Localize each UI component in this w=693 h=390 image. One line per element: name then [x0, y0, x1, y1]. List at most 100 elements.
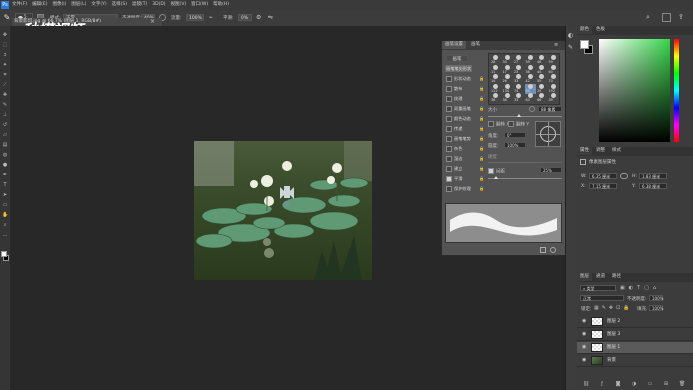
foreground-color-swatch[interactable]: [580, 40, 589, 49]
tab-brushes[interactable]: 画笔: [468, 41, 483, 49]
brush-tip-cell[interactable]: 36: [490, 93, 501, 103]
brush-tip-cell[interactable]: 95: [524, 83, 536, 94]
delete-layer-icon[interactable]: 🗑: [679, 381, 685, 387]
angle-roundness-dial[interactable]: [535, 121, 561, 147]
brush-tip-cell[interactable]: 59: [548, 55, 559, 65]
lock-icon[interactable]: 🔒: [479, 105, 484, 112]
y-input[interactable]: 6.38 厘米: [639, 183, 667, 189]
brush-option-item[interactable]: 建立 🔒: [446, 165, 484, 172]
smooth-settings-gear-icon[interactable]: ⚙: [256, 14, 263, 21]
brush-tip-cell[interactable]: 63: [525, 93, 536, 103]
path-select-tool-icon[interactable]: ➤: [2, 192, 8, 198]
brush-tool-icon[interactable]: ✎: [2, 13, 12, 23]
brush-tip-cell[interactable]: 46: [536, 55, 547, 65]
menu-item[interactable]: 选择(S): [112, 1, 127, 9]
brush-tip-cell[interactable]: 39: [548, 93, 559, 103]
layer-filter-select[interactable]: ⌕ 类型: [580, 285, 616, 291]
new-layer-icon[interactable]: ⊞: [663, 381, 669, 387]
brush-tip-cell[interactable]: 192: [548, 83, 559, 94]
tab-color[interactable]: 颜色: [577, 26, 592, 34]
menu-item[interactable]: 图层(L): [71, 1, 86, 9]
brush-tip-cell[interactable]: 14: [490, 74, 501, 84]
brush-tip-cell[interactable]: 36: [525, 64, 536, 75]
brush-option-item[interactable]: 杂色 🔒: [446, 145, 484, 152]
brush-option-checkbox[interactable]: [446, 86, 452, 92]
brush-option-checkbox[interactable]: [446, 76, 452, 82]
tab-channels[interactable]: 通道: [593, 273, 608, 281]
crop-tool-icon[interactable]: ⌗: [2, 72, 8, 78]
brush-tool-icon[interactable]: ✎: [2, 102, 8, 108]
lock-icon[interactable]: 🔒: [479, 155, 484, 162]
share-icon[interactable]: ⇪: [678, 13, 687, 22]
shape-tool-icon[interactable]: ▭: [2, 202, 8, 208]
brush-option-checkbox[interactable]: [446, 146, 452, 152]
toggle-brush-preview-icon[interactable]: [550, 247, 556, 253]
lock-icon[interactable]: 🔒: [479, 115, 484, 122]
brush-option-item[interactable]: 颜色动态 🔒: [446, 115, 484, 122]
brush-option-checkbox[interactable]: [446, 116, 452, 122]
brush-option-checkbox[interactable]: [446, 126, 452, 132]
brush-panel-icon[interactable]: ✎: [568, 44, 575, 51]
brush-option-item[interactable]: 平滑 🔒: [446, 175, 484, 182]
menu-item[interactable]: 图像(I): [52, 1, 66, 9]
brush-tip-cell[interactable]: 11: [490, 64, 501, 75]
brush-tip-cell[interactable]: 66: [536, 93, 547, 103]
brush-option-checkbox[interactable]: [446, 96, 452, 102]
brush-tip-cell[interactable]: 23: [513, 64, 524, 75]
color-picker-field[interactable]: [599, 39, 670, 142]
brush-option-item[interactable]: 散布 🔒: [446, 85, 484, 92]
brush-option-item[interactable]: 形状动态 🔒: [446, 75, 484, 82]
marquee-tool-icon[interactable]: ⬚: [2, 42, 8, 48]
brush-tip-cell[interactable]: 74: [513, 83, 524, 94]
brush-option-checkbox[interactable]: [446, 186, 452, 192]
workspace-icon[interactable]: [662, 13, 671, 22]
layer-filter-icons[interactable]: ▣◐T▢⌂: [620, 285, 680, 291]
quick-select-tool-icon[interactable]: ✦: [2, 62, 8, 68]
menu-item[interactable]: 视图(V): [171, 1, 187, 9]
tab-styles[interactable]: 样式: [609, 147, 624, 155]
lock-icon[interactable]: 🔒: [479, 175, 484, 182]
brush-option-checkbox[interactable]: [446, 156, 452, 162]
menu-item[interactable]: 文字(Y): [91, 1, 106, 9]
size-reset-icon[interactable]: [529, 106, 535, 112]
lock-icons[interactable]: ▦✎✥⊡🔒: [594, 305, 634, 311]
visibility-eye-icon[interactable]: ◉: [582, 358, 587, 363]
hand-tool-icon[interactable]: ✋: [2, 212, 8, 218]
more-tools-icon[interactable]: …: [2, 232, 8, 238]
lock-icon[interactable]: 🔒: [479, 75, 484, 82]
brush-option-item[interactable]: 保护纹理 🔒: [446, 185, 484, 192]
layer-row[interactable]: ◉ 图层 3: [577, 329, 693, 341]
lock-icon[interactable]: 🔒: [479, 165, 484, 172]
visibility-eye-icon[interactable]: ◉: [582, 319, 587, 324]
lock-icon[interactable]: 🔒: [479, 135, 484, 142]
pen-tool-icon[interactable]: ✒: [2, 172, 8, 178]
layer-opacity-input[interactable]: 100%: [649, 295, 663, 301]
history-panel-icon[interactable]: ◐: [568, 32, 575, 39]
search-icon[interactable]: ⌕: [646, 13, 655, 22]
link-layers-icon[interactable]: ⛓: [583, 381, 589, 387]
roundness-input[interactable]: 100%: [504, 142, 526, 148]
w-input[interactable]: 6.35 厘米: [589, 173, 617, 179]
visibility-eye-icon[interactable]: ◉: [582, 332, 587, 337]
document-image[interactable]: [194, 141, 372, 280]
spacing-slider-handle[interactable]: [494, 176, 498, 179]
brush-presets-button[interactable]: 画笔: [446, 55, 468, 62]
blend-mode-select[interactable]: 正常: [580, 295, 624, 301]
smooth-input[interactable]: 0%: [238, 14, 252, 21]
brush-option-item[interactable]: 画笔笔势 🔒: [446, 135, 484, 142]
tab-layers[interactable]: 图层: [577, 273, 592, 281]
menu-item[interactable]: 窗口(W): [191, 1, 208, 9]
blur-tool-icon[interactable]: ◍: [2, 152, 8, 158]
tab-paths[interactable]: 路径: [609, 273, 624, 281]
brush-option-checkbox[interactable]: [446, 166, 452, 172]
add-mask-icon[interactable]: ◙: [615, 381, 621, 387]
menu-item[interactable]: 文件(F): [12, 1, 27, 9]
brush-tip-cell[interactable]: 36: [502, 93, 513, 103]
spacing-slider[interactable]: [488, 178, 562, 179]
adjustment-layer-icon[interactable]: ◑: [631, 381, 637, 387]
brush-tip-cell[interactable]: 30: [502, 55, 513, 65]
brush-option-checkbox[interactable]: [446, 136, 452, 142]
zoom-tool-icon[interactable]: ⌕: [2, 222, 8, 228]
fx-icon[interactable]: ƒ: [599, 381, 605, 387]
dodge-tool-icon[interactable]: ●: [2, 162, 8, 168]
